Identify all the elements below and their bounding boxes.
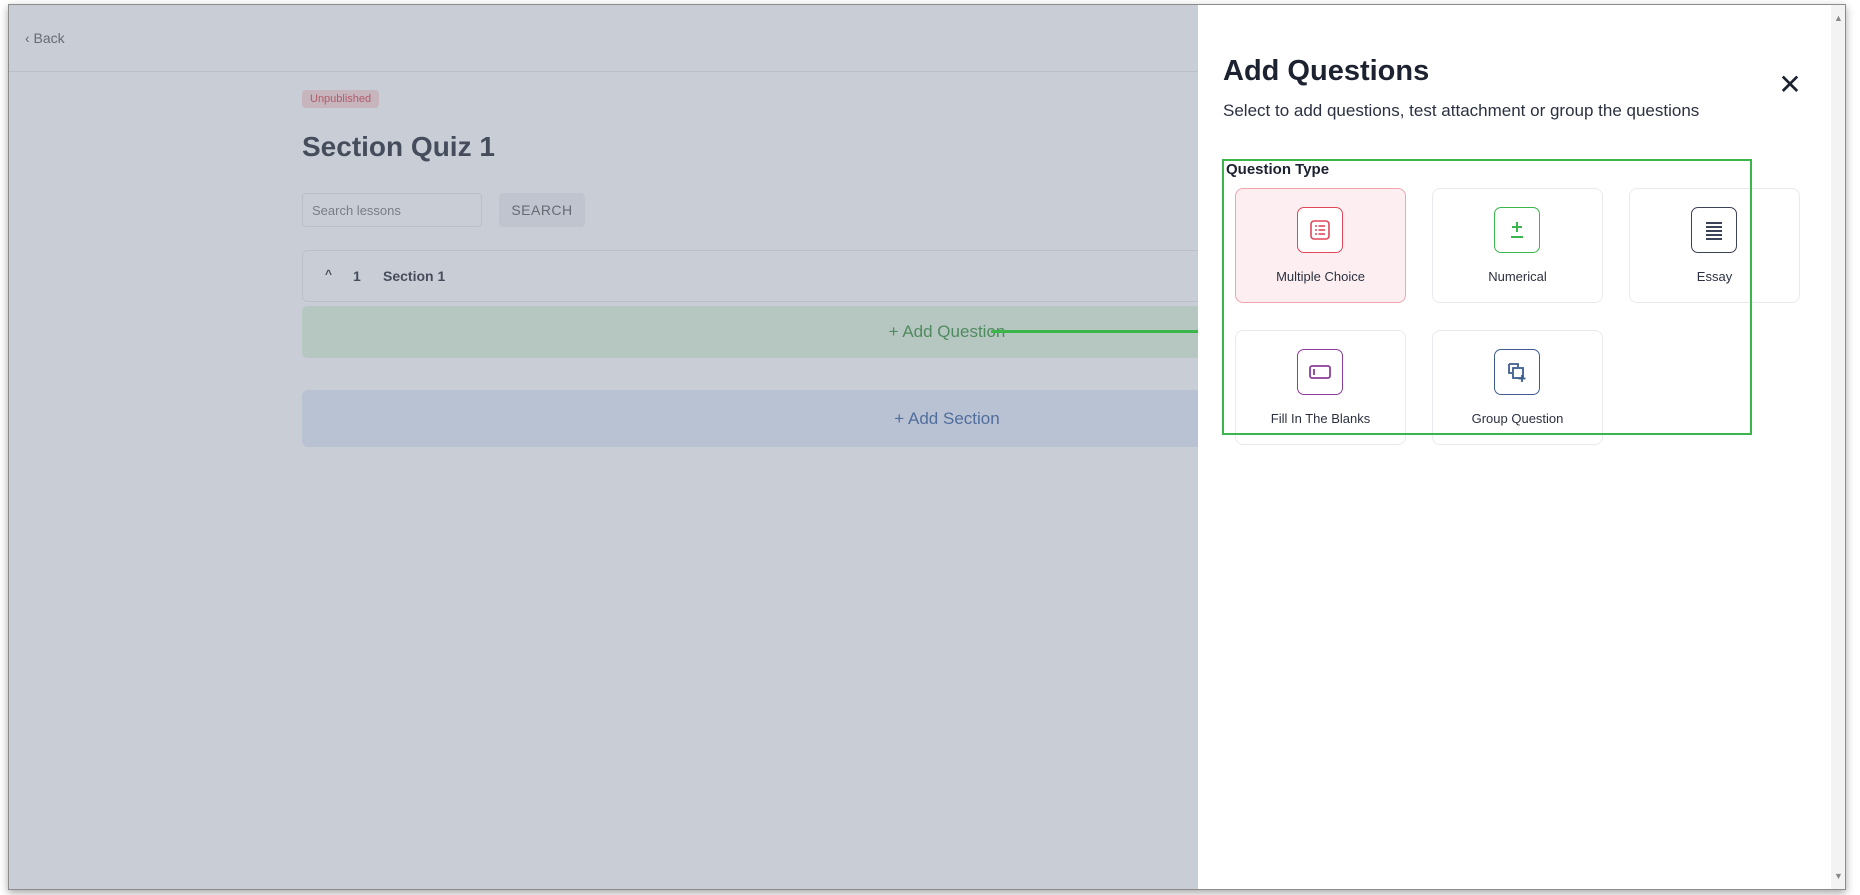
add-questions-drawer: Add Questions Select to add questions, t… — [1198, 5, 1845, 889]
drawer-title: Add Questions — [1223, 55, 1430, 87]
drawer-subtitle: Select to add questions, test attachment… — [1223, 101, 1700, 120]
annotation-highlight-box — [1222, 159, 1752, 435]
scroll-down-icon[interactable]: ▼ — [1834, 871, 1843, 881]
scroll-up-icon[interactable]: ▲ — [1834, 13, 1843, 23]
annotation-arrow — [991, 330, 1206, 333]
modal-backdrop[interactable] — [9, 5, 1198, 889]
app-window: ‹ Back Unpublished Section Quiz 1 SEARCH… — [8, 4, 1846, 890]
scrollbar[interactable]: ▲ ▼ — [1831, 5, 1845, 889]
close-icon[interactable]: ✕ — [1776, 71, 1804, 99]
